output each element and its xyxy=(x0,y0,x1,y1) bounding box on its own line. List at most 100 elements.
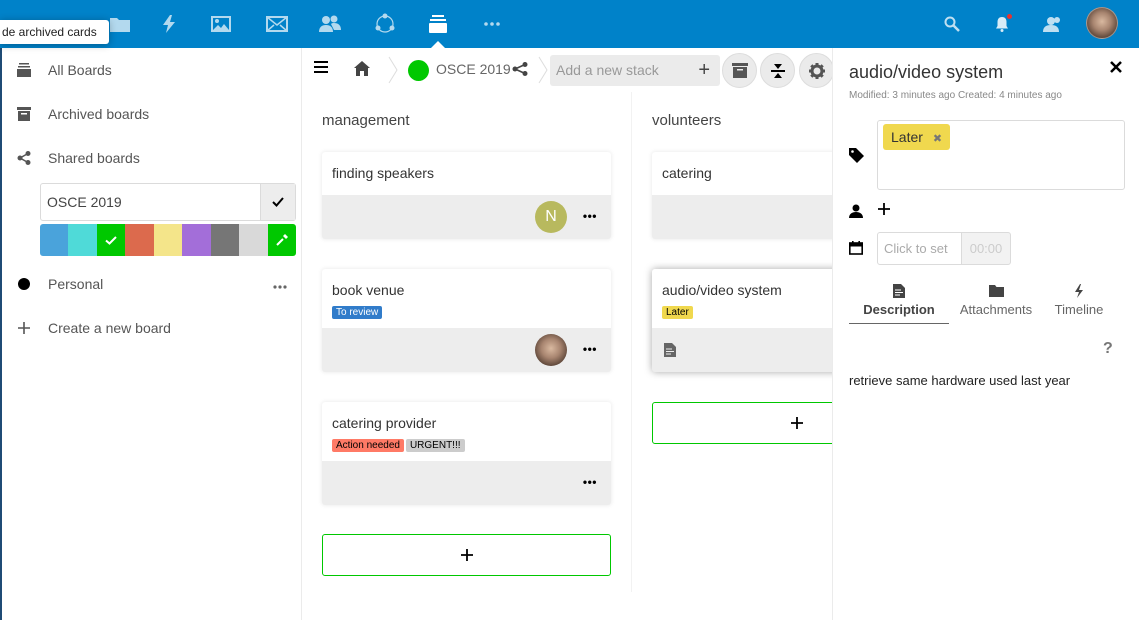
due-time-input[interactable]: 00:00 xyxy=(961,232,1011,265)
plus-icon xyxy=(460,549,473,561)
due-date-input[interactable]: Click to set xyxy=(877,232,962,265)
app-activity[interactable] xyxy=(145,0,193,48)
board-menu-button[interactable] xyxy=(260,276,300,292)
toggle-sidebar-button[interactable] xyxy=(314,60,328,79)
folder-icon xyxy=(110,18,130,32)
stack-title[interactable]: management xyxy=(322,112,410,129)
color-swatch[interactable] xyxy=(211,224,239,256)
color-swatch-selected[interactable] xyxy=(97,224,125,256)
app-gallery[interactable] xyxy=(197,0,245,48)
board-title[interactable]: OSCE 2019 xyxy=(436,61,511,77)
checkmark-icon xyxy=(272,197,284,207)
contacts-menu-button[interactable] xyxy=(1028,0,1076,48)
stack-title[interactable]: volunteers xyxy=(652,112,721,129)
contacts-menu-icon xyxy=(1043,17,1060,32)
card-menu-button[interactable]: ••• xyxy=(583,475,597,489)
remove-label-button[interactable]: ✖ xyxy=(933,133,942,145)
share-board-button[interactable] xyxy=(512,62,528,81)
tooltip: de archived cards xyxy=(0,20,109,44)
markdown-help-button[interactable]: ? xyxy=(1103,340,1113,358)
deck-icon xyxy=(0,63,48,77)
app-contacts[interactable] xyxy=(306,0,354,48)
card-menu-button[interactable]: ••• xyxy=(583,209,597,223)
color-swatch[interactable] xyxy=(125,224,154,256)
nav-label: Personal xyxy=(48,276,104,292)
more-icon xyxy=(273,285,287,289)
notifications-button[interactable] xyxy=(978,0,1026,48)
nav-label: Archived boards xyxy=(48,106,150,122)
document-icon xyxy=(893,282,905,300)
nav-create-board[interactable]: Create a new board xyxy=(0,306,300,350)
card-details-title[interactable]: audio/video system xyxy=(849,62,1003,83)
confirm-rename-button[interactable] xyxy=(260,184,295,220)
add-stack-placeholder: Add a new stack xyxy=(556,62,659,78)
search-button[interactable] xyxy=(928,0,976,48)
color-picker xyxy=(40,224,296,256)
user-avatar[interactable] xyxy=(1086,7,1118,39)
card[interactable]: catering provider Action needed URGENT!!… xyxy=(322,402,611,505)
board: management finding speakers N ••• book v… xyxy=(302,92,832,620)
card-description[interactable]: retrieve same hardware used last year xyxy=(849,373,1070,388)
description-indicator xyxy=(664,343,676,362)
card-details-sidebar: audio/video system Modified: 3 minutes a… xyxy=(832,48,1139,620)
color-swatch[interactable] xyxy=(68,224,97,256)
collapse-cards-button[interactable] xyxy=(760,53,795,88)
card-selected[interactable]: audio/video system Later xyxy=(652,269,832,372)
show-archived-button[interactable] xyxy=(722,53,757,88)
nav-board-personal[interactable]: Personal xyxy=(0,262,300,306)
add-stack-input[interactable]: Add a new stack + xyxy=(550,55,720,86)
card-title: book venue xyxy=(332,282,405,298)
board-name-input[interactable]: OSCE 2019 xyxy=(41,184,260,220)
assignee-avatar[interactable] xyxy=(535,334,567,366)
board-color-dot xyxy=(408,60,429,81)
nav-shared-boards[interactable]: Shared boards xyxy=(0,136,300,180)
card[interactable]: finding speakers N ••• xyxy=(322,152,611,239)
nav-label: Shared boards xyxy=(48,150,140,166)
board-settings-button[interactable] xyxy=(799,53,834,88)
color-swatch[interactable] xyxy=(182,224,211,256)
collapse-icon xyxy=(770,63,785,78)
tab-attachments[interactable]: Attachments xyxy=(955,280,1037,324)
card-label: Action needed xyxy=(332,439,404,452)
checkmark-icon xyxy=(105,235,117,245)
add-stack-button[interactable]: + xyxy=(698,55,710,86)
nav-archived-boards[interactable]: Archived boards xyxy=(0,92,300,136)
card-title: catering xyxy=(662,165,712,181)
color-swatch[interactable] xyxy=(154,224,182,256)
app-more[interactable] xyxy=(468,0,516,48)
card-menu-button[interactable]: ••• xyxy=(583,342,597,356)
deck-icon xyxy=(429,15,447,33)
home-button[interactable] xyxy=(354,61,370,81)
label-chip: Later ✖ xyxy=(883,124,951,150)
add-card-button[interactable] xyxy=(322,534,611,576)
eyedropper-icon xyxy=(276,234,288,246)
nav-all-boards[interactable]: All Boards xyxy=(0,48,300,92)
app-circles[interactable] xyxy=(361,0,409,48)
circles-icon xyxy=(375,13,395,33)
stack: management finding speakers N ••• book v… xyxy=(302,92,612,620)
add-card-button[interactable] xyxy=(652,402,832,444)
app-mail[interactable] xyxy=(253,0,301,48)
gear-icon xyxy=(808,62,825,79)
details-tabs: Description Attachments Timeline xyxy=(849,280,1125,325)
close-icon xyxy=(1110,61,1122,73)
custom-color-button[interactable] xyxy=(268,224,296,256)
card[interactable]: catering xyxy=(652,152,832,239)
tab-label: Attachments xyxy=(959,302,1033,317)
tab-description[interactable]: Description xyxy=(849,280,949,324)
tab-timeline[interactable]: Timeline xyxy=(1049,280,1109,324)
color-swatch[interactable] xyxy=(239,224,268,256)
add-assignee-button[interactable] xyxy=(877,202,891,221)
assignee-avatar[interactable]: N xyxy=(535,201,567,233)
nav-label: All Boards xyxy=(48,62,112,78)
label-chip-text: Later xyxy=(891,129,923,145)
card-label: Later xyxy=(662,306,693,319)
color-swatch[interactable] xyxy=(40,224,68,256)
card-title: catering provider xyxy=(332,415,437,431)
close-sidebar-button[interactable] xyxy=(1109,60,1123,79)
labels-select[interactable]: Later ✖ xyxy=(877,120,1125,190)
card[interactable]: book venue To review ••• xyxy=(322,269,611,372)
app-deck[interactable] xyxy=(414,0,462,48)
document-icon xyxy=(664,343,676,357)
share-icon xyxy=(0,151,48,165)
